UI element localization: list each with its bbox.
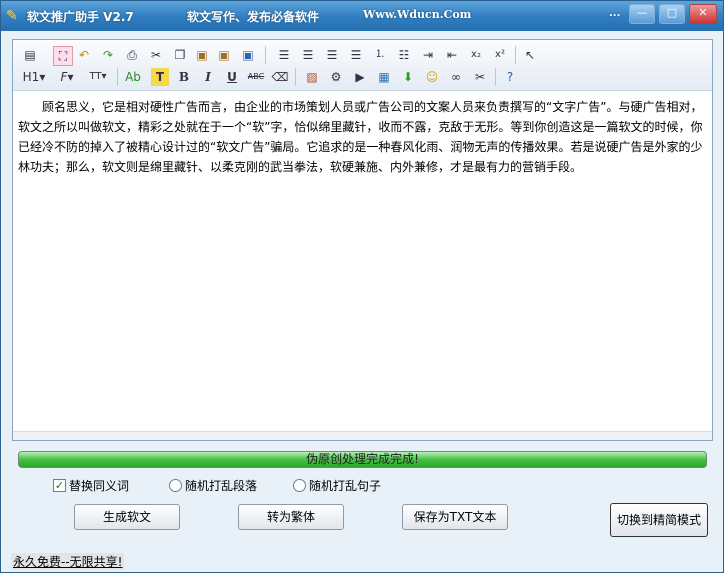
- link-icon[interactable]: ∞: [447, 68, 465, 86]
- toolbar-separator: [495, 68, 496, 86]
- font-size-dropdown[interactable]: TT▾: [85, 68, 111, 86]
- strikethrough-button[interactable]: ABC: [247, 68, 265, 86]
- toolbar-separator: [265, 46, 266, 64]
- shuffle-sentence-radio[interactable]: 随机打乱句子: [293, 478, 393, 494]
- progress-label: 伪原创处理完成完成!: [306, 452, 419, 466]
- generate-button[interactable]: 生成软文: [74, 504, 180, 530]
- traditional-chinese-button[interactable]: 转为繁体: [238, 504, 344, 530]
- unordered-list-icon[interactable]: ☷: [395, 46, 413, 64]
- select-icon[interactable]: ↖: [521, 46, 539, 64]
- shuffle-paragraph-label: 随机打乱段落: [185, 479, 258, 493]
- simple-mode-button[interactable]: 切换到精简模式: [610, 503, 708, 537]
- outdent-icon[interactable]: ⇤: [443, 46, 461, 64]
- source-icon[interactable]: ▤: [21, 46, 39, 64]
- app-window: ✎ 软文推广助手 V2.7 软文写作、发布必备软件 Www.Wducn.Com …: [0, 0, 724, 573]
- app-title: 软文推广助手 V2.7: [27, 10, 134, 24]
- ordered-list-icon[interactable]: ⒈: [371, 46, 389, 64]
- toolbar-separator: [117, 68, 118, 86]
- synonym-checkbox[interactable]: ✓ 替换同义词: [53, 478, 143, 494]
- align-justify-icon[interactable]: ☰: [347, 46, 365, 64]
- heading-dropdown[interactable]: H1▾: [21, 68, 47, 86]
- unlink-icon[interactable]: ✂: [471, 68, 489, 86]
- table-icon[interactable]: ▦: [375, 68, 393, 86]
- font-label: F: [60, 70, 68, 84]
- close-button[interactable]: ✕: [689, 4, 717, 24]
- eraser-icon[interactable]: ⌫: [271, 68, 289, 86]
- bold-button[interactable]: B: [175, 68, 193, 86]
- emoticon-icon[interactable]: ☺: [423, 68, 441, 86]
- toolbar-separator: [515, 46, 516, 64]
- copy-icon[interactable]: ❐: [171, 46, 189, 64]
- toolbar-separator: [295, 68, 296, 86]
- align-center-icon[interactable]: ☰: [299, 46, 317, 64]
- flash-icon[interactable]: ⚙: [327, 68, 345, 86]
- paste-word-icon[interactable]: ▣: [239, 46, 257, 64]
- shuffle-sentence-label: 随机打乱句子: [309, 479, 382, 493]
- redo-icon[interactable]: ↷: [99, 46, 117, 64]
- editor-toolbar: ▤ ⛶ ↶ ↷ ⎙ ✂ ❐ ▣ ▣ ▣ ☰ ☰ ☰ ☰ ⒈ ☷ ⇥ ⇤ x₂ x…: [13, 40, 712, 91]
- font-color-button[interactable]: Ab: [123, 68, 143, 86]
- undo-icon[interactable]: ↶: [75, 46, 93, 64]
- fullscreen-icon[interactable]: ⛶: [53, 46, 73, 66]
- italic-button[interactable]: I: [199, 68, 217, 86]
- website-link: Www.Wducn.Com: [363, 8, 472, 21]
- shuffle-paragraph-radio[interactable]: 随机打乱段落: [169, 478, 269, 494]
- underline-button[interactable]: U: [223, 68, 241, 86]
- maximize-button[interactable]: □: [659, 4, 685, 24]
- app-subtitle: 软文写作、发布必备软件: [187, 10, 320, 24]
- cut-icon[interactable]: ✂: [147, 46, 165, 64]
- status-text: 永久免费--无限共享!: [11, 553, 125, 570]
- help-icon[interactable]: ?: [501, 68, 519, 86]
- horizontal-rule-icon[interactable]: ⬇: [399, 68, 417, 86]
- print-icon[interactable]: ⎙: [123, 46, 141, 64]
- paste-icon[interactable]: ▣: [193, 46, 211, 64]
- title-bar[interactable]: ✎ 软文推广助手 V2.7 软文写作、发布必备软件 Www.Wducn.Com …: [1, 1, 723, 31]
- image-icon[interactable]: ▨: [303, 68, 321, 86]
- save-txt-button[interactable]: 保存为TXT文本: [402, 504, 508, 530]
- radio-icon[interactable]: [169, 479, 182, 492]
- minimize-button[interactable]: —: [629, 4, 655, 24]
- heading-label: H1: [22, 70, 40, 84]
- indent-icon[interactable]: ⇥: [419, 46, 437, 64]
- align-right-icon[interactable]: ☰: [323, 46, 341, 64]
- pencil-icon: ✎: [6, 8, 18, 24]
- superscript-icon[interactable]: x²: [491, 46, 509, 64]
- paste-text-icon[interactable]: ▣: [215, 46, 233, 64]
- title-ellipsis: ...: [609, 8, 621, 19]
- horizontal-scrollbar[interactable]: [13, 431, 712, 440]
- synonym-label: 替换同义词: [69, 479, 130, 493]
- progress-bar: 伪原创处理完成完成!: [18, 451, 707, 468]
- align-left-icon[interactable]: ☰: [275, 46, 293, 64]
- size-label: TT: [89, 71, 102, 82]
- article-text[interactable]: 顾名思义，它是相对硬性广告而言，由企业的市场策划人员或广告公司的文案人员来负责撰…: [18, 97, 706, 177]
- radio-icon[interactable]: [293, 479, 306, 492]
- highlight-color-button[interactable]: T: [151, 68, 169, 86]
- checkmark-icon[interactable]: ✓: [53, 479, 66, 492]
- subscript-icon[interactable]: x₂: [467, 46, 485, 64]
- rich-text-editor: ▤ ⛶ ↶ ↷ ⎙ ✂ ❐ ▣ ▣ ▣ ☰ ☰ ☰ ☰ ⒈ ☷ ⇥ ⇤ x₂ x…: [12, 39, 713, 441]
- font-family-dropdown[interactable]: F▾: [55, 68, 79, 86]
- video-icon[interactable]: ▶: [351, 68, 369, 86]
